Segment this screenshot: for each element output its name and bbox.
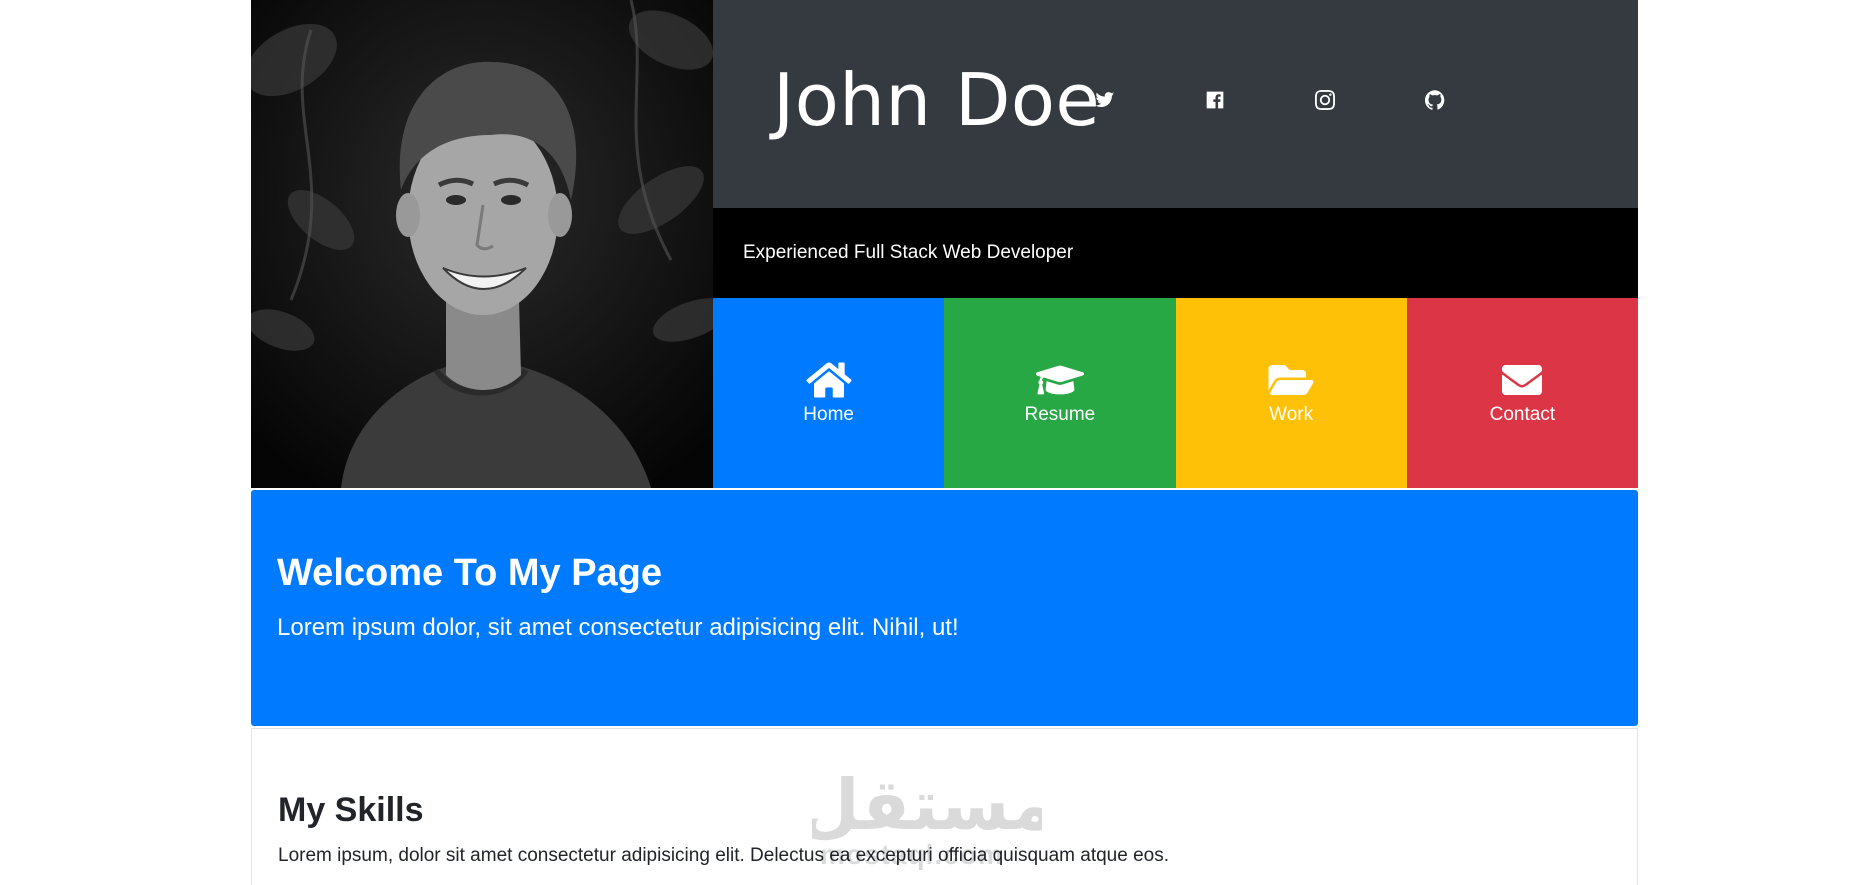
tagline-bar: Experienced Full Stack Web Developer	[713, 208, 1638, 298]
twitter-link[interactable]	[1093, 88, 1117, 112]
nav-label-work: Work	[1269, 404, 1314, 425]
nav-item-resume[interactable]: Resume	[944, 298, 1176, 488]
watermark-arabic-logo: مستقل	[799, 764, 1055, 846]
nav-label-contact: Contact	[1489, 404, 1556, 425]
nav-item-work[interactable]: Work	[1175, 298, 1407, 488]
header: John Doe Experienced Full Stack Web Deve…	[251, 0, 1638, 488]
instagram-link[interactable]	[1313, 88, 1337, 112]
graduation-cap-icon	[1035, 365, 1084, 395]
header-info: John Doe Experienced Full Stack Web Deve…	[713, 0, 1638, 488]
nav-label-home: Home	[803, 404, 854, 425]
watermark-latin: mostaql.com	[820, 839, 1004, 870]
profile-photo	[251, 0, 713, 488]
tagline: Experienced Full Stack Web Developer	[743, 242, 1074, 263]
envelope-icon	[1502, 365, 1543, 395]
watermark-logo: مستقل mostaql.com	[799, 761, 1055, 881]
welcome-title: Welcome To My Page	[277, 552, 663, 594]
name-bar: John Doe	[713, 0, 1638, 208]
twitter-icon	[1095, 92, 1115, 107]
main-nav: Home Resume Work Contact	[713, 298, 1638, 488]
welcome-text: Lorem ipsum dolor, sit amet consectetur …	[277, 614, 959, 641]
watermark-arabic: مستقل	[812, 764, 1042, 841]
page: John Doe Experienced Full Stack Web Deve…	[251, 0, 1638, 885]
folder-open-icon	[1268, 365, 1314, 395]
welcome-section: Welcome To My Page Lorem ipsum dolor, si…	[251, 490, 1638, 726]
nav-item-home[interactable]: Home	[713, 298, 945, 488]
skills-section: My Skills Lorem ipsum, dolor sit amet co…	[251, 728, 1638, 885]
instagram-icon	[1315, 90, 1335, 110]
github-icon	[1425, 90, 1445, 110]
nav-label-resume: Resume	[1024, 404, 1096, 425]
skills-title: My Skills	[278, 791, 424, 829]
nav-item-contact[interactable]: Contact	[1406, 298, 1638, 488]
facebook-link[interactable]	[1203, 88, 1227, 112]
profile-name: John Doe	[773, 58, 1101, 142]
github-link[interactable]	[1423, 88, 1447, 112]
home-icon	[806, 362, 852, 398]
facebook-icon	[1206, 91, 1224, 109]
